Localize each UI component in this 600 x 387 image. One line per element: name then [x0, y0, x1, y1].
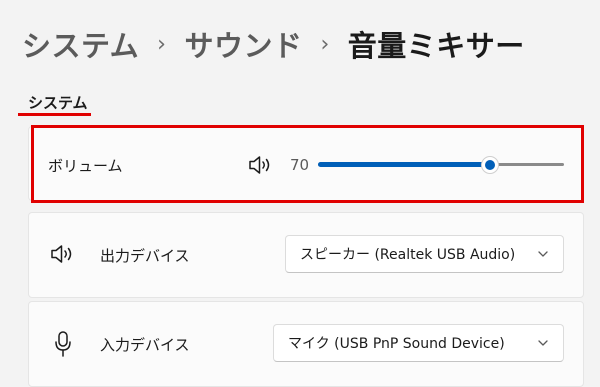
- input-device-selected: マイク (USB PnP Sound Device): [288, 336, 505, 352]
- breadcrumb-item-sound[interactable]: サウンド: [184, 23, 302, 65]
- page-title: 音量ミキサー: [347, 29, 525, 63]
- section-underline-annotation: [18, 113, 91, 116]
- chevron-down-icon: [538, 251, 548, 257]
- chevron-down-icon: [538, 340, 548, 346]
- breadcrumb-separator: ›: [320, 31, 330, 57]
- microphone-icon: [55, 331, 71, 357]
- breadcrumb-item-system[interactable]: システム: [22, 23, 139, 65]
- slider-thumb[interactable]: [481, 156, 499, 174]
- input-device-label: 入力デバイス: [100, 336, 190, 354]
- output-device-dropdown[interactable]: スピーカー (Realtek USB Audio): [285, 235, 564, 273]
- output-device-label: 出力デバイス: [100, 247, 190, 265]
- section-title: システム: [28, 94, 88, 112]
- volume-label: ボリューム: [48, 157, 123, 175]
- speaker-icon: [51, 245, 72, 263]
- output-device-selected: スピーカー (Realtek USB Audio): [300, 247, 516, 263]
- input-device-dropdown[interactable]: マイク (USB PnP Sound Device): [273, 324, 564, 362]
- speaker-icon[interactable]: [248, 154, 274, 176]
- volume-value: 70: [290, 156, 310, 174]
- breadcrumb: システム › サウンド › 音量ミキサー: [22, 22, 525, 66]
- slider-fill: [318, 162, 490, 167]
- breadcrumb-separator: ›: [157, 31, 167, 57]
- volume-slider[interactable]: [318, 156, 564, 174]
